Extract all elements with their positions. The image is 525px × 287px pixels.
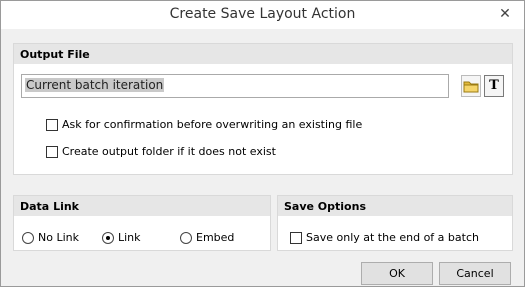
- output-file-section: Output File Current batch iteration T As…: [13, 43, 513, 175]
- save-end-label: Save only at the end of a batch: [306, 231, 479, 244]
- output-file-header: Output File: [14, 44, 512, 64]
- radio-link-button[interactable]: [102, 231, 114, 244]
- cancel-button[interactable]: Cancel: [439, 262, 511, 285]
- save-options-header: Save Options: [278, 196, 512, 216]
- data-link-section: Data Link No Link Link Embed: [13, 195, 271, 251]
- create-folder-checkbox[interactable]: [46, 145, 58, 158]
- confirm-overwrite-row[interactable]: Ask for confirmation before overwriting …: [46, 118, 362, 131]
- radio-no-link-label: No Link: [38, 231, 79, 244]
- data-link-header: Data Link: [14, 196, 270, 216]
- browse-folder-button[interactable]: [461, 75, 481, 97]
- ok-button[interactable]: OK: [361, 262, 433, 285]
- text-icon: T: [489, 78, 499, 93]
- output-file-value: Current batch iteration: [25, 78, 165, 92]
- confirm-overwrite-label: Ask for confirmation before overwriting …: [62, 118, 363, 131]
- close-icon[interactable]: ✕: [498, 7, 512, 21]
- save-end-checkbox[interactable]: [290, 231, 302, 244]
- dialog-window: Create Save Layout Action ✕ Output File …: [0, 0, 525, 287]
- save-end-row[interactable]: Save only at the end of a batch: [290, 231, 479, 244]
- radio-embed[interactable]: Embed: [180, 231, 234, 244]
- radio-no-link-button[interactable]: [22, 231, 34, 244]
- radio-embed-button[interactable]: [180, 231, 192, 244]
- save-options-section: Save Options Save only at the end of a b…: [277, 195, 513, 251]
- title-bar: Create Save Layout Action ✕: [1, 1, 524, 29]
- output-file-input[interactable]: Current batch iteration: [21, 74, 449, 98]
- radio-link-label: Link: [118, 231, 141, 244]
- confirm-overwrite-checkbox[interactable]: [46, 118, 58, 131]
- radio-no-link[interactable]: No Link: [22, 231, 79, 244]
- folder-icon: [463, 81, 479, 93]
- radio-link[interactable]: Link: [102, 231, 141, 244]
- radio-embed-label: Embed: [196, 231, 235, 244]
- create-folder-label: Create output folder if it does not exis…: [62, 145, 276, 158]
- dialog-title: Create Save Layout Action: [169, 6, 356, 22]
- create-folder-row[interactable]: Create output folder if it does not exis…: [46, 145, 276, 158]
- text-format-button[interactable]: T: [484, 75, 504, 97]
